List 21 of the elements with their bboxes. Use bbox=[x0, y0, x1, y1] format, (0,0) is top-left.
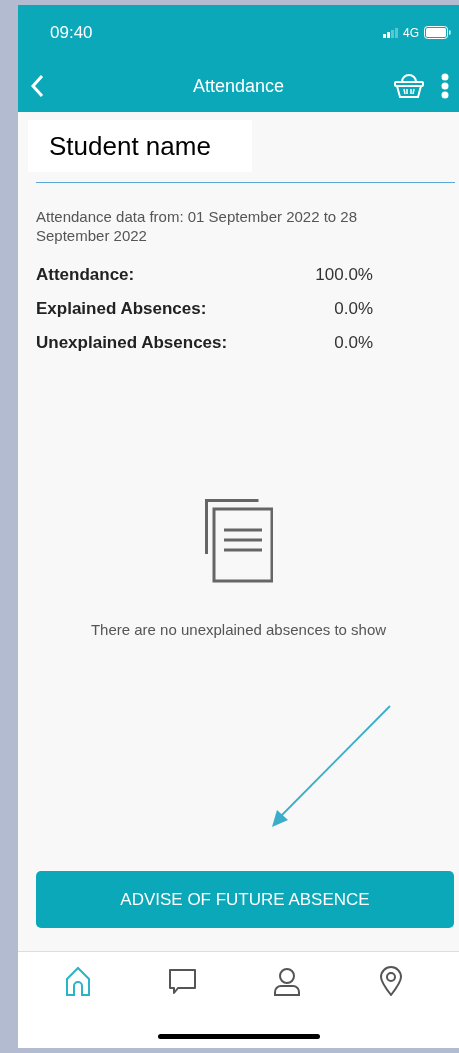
stat-label: Unexplained Absences: bbox=[36, 333, 229, 353]
battery-icon bbox=[424, 26, 451, 39]
date-range-text: Attendance data from: 01 September 2022 to 28 September 2022 bbox=[36, 207, 359, 245]
basket-icon[interactable] bbox=[393, 73, 425, 99]
screen-title: Attendance bbox=[191, 75, 286, 97]
documents-icon bbox=[204, 499, 273, 583]
stat-value: 0.0% bbox=[333, 333, 373, 353]
chat-tab-icon[interactable] bbox=[167, 966, 198, 996]
stat-label: Explained Absences: bbox=[36, 299, 208, 319]
stat-label: Attendance: bbox=[36, 265, 136, 285]
stat-value: 0.0% bbox=[333, 299, 373, 319]
student-name: Student name bbox=[28, 120, 252, 172]
more-icon[interactable] bbox=[441, 73, 449, 99]
stat-value: 100.0% bbox=[314, 265, 373, 285]
empty-message: There are no unexplained absences to show bbox=[90, 621, 387, 638]
back-button[interactable] bbox=[30, 74, 44, 98]
network-label: 4G bbox=[403, 25, 419, 40]
status-time: 09:40 bbox=[50, 22, 94, 43]
profile-tab-icon[interactable] bbox=[271, 966, 302, 996]
advise-absence-button[interactable]: ADVISE OF FUTURE ABSENCE bbox=[36, 871, 454, 928]
signal-icon bbox=[383, 27, 398, 38]
